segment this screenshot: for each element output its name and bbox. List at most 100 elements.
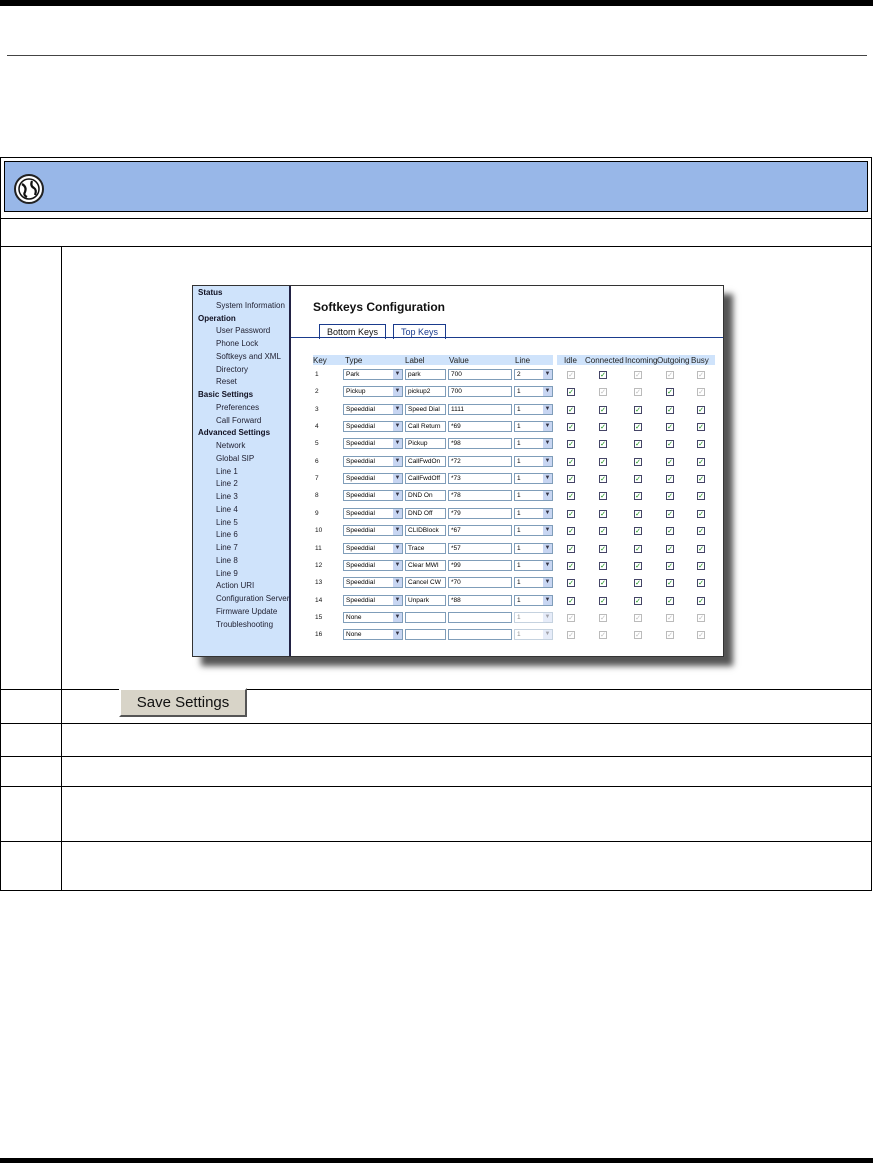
- type-select[interactable]: Speeddial ▼: [343, 577, 403, 589]
- sidebar-item[interactable]: Line 4: [216, 505, 238, 514]
- state-checkbox[interactable]: ✓: [567, 405, 575, 414]
- sidebar-item[interactable]: Line 8: [216, 556, 238, 565]
- state-checkbox[interactable]: ✓: [634, 544, 642, 553]
- type-select[interactable]: Speeddial ▼: [343, 594, 403, 606]
- label-input[interactable]: park: [405, 369, 446, 380]
- state-checkbox[interactable]: ✓: [634, 596, 642, 605]
- state-checkbox[interactable]: ✓: [567, 457, 575, 466]
- label-input[interactable]: DND On: [405, 490, 446, 502]
- type-select[interactable]: Speeddial ▼: [343, 525, 403, 537]
- state-checkbox[interactable]: ✓: [697, 613, 705, 622]
- state-checkbox[interactable]: ✓: [599, 631, 607, 640]
- type-select[interactable]: Speeddial ▼: [343, 559, 403, 571]
- value-input[interactable]: *72: [448, 455, 512, 467]
- label-input[interactable]: Clear MWI: [405, 559, 446, 571]
- value-input[interactable]: 700: [448, 369, 512, 380]
- state-checkbox[interactable]: ✓: [567, 423, 575, 432]
- state-checkbox[interactable]: ✓: [634, 423, 642, 432]
- state-checkbox[interactable]: ✓: [599, 527, 607, 536]
- sidebar-item[interactable]: Configuration Server: [216, 594, 289, 603]
- value-input[interactable]: *79: [448, 507, 512, 519]
- line-select[interactable]: 1 ▼: [514, 525, 553, 537]
- label-input[interactable]: Trace: [405, 542, 446, 554]
- line-select[interactable]: 1 ▼: [514, 542, 553, 554]
- sidebar-item[interactable]: Firmware Update: [216, 607, 277, 616]
- type-select[interactable]: Pickup ▼: [343, 386, 403, 398]
- value-input[interactable]: *57: [448, 542, 512, 554]
- label-input[interactable]: CLIDBlock: [405, 525, 446, 537]
- state-checkbox[interactable]: ✓: [567, 579, 575, 588]
- line-select[interactable]: 1 ▼: [514, 421, 553, 433]
- line-select[interactable]: 1 ▼: [514, 473, 553, 485]
- type-select[interactable]: Speeddial ▼: [343, 507, 403, 519]
- sidebar-item[interactable]: Softkeys and XML: [216, 352, 281, 361]
- state-checkbox[interactable]: ✓: [697, 475, 705, 484]
- line-select[interactable]: 1 ▼: [514, 455, 553, 467]
- state-checkbox[interactable]: ✓: [567, 527, 575, 536]
- state-checkbox[interactable]: ✓: [697, 561, 705, 570]
- label-input[interactable]: CallFwdOff: [405, 473, 446, 485]
- save-settings-button[interactable]: Save Settings: [119, 688, 247, 717]
- value-input[interactable]: *98: [448, 438, 512, 450]
- state-checkbox[interactable]: ✓: [567, 596, 575, 605]
- label-input[interactable]: [405, 629, 446, 641]
- state-checkbox[interactable]: ✓: [666, 371, 674, 379]
- state-checkbox[interactable]: ✓: [666, 475, 674, 484]
- sidebar-item[interactable]: Reset: [216, 377, 237, 386]
- value-input[interactable]: *70: [448, 577, 512, 589]
- state-checkbox[interactable]: ✓: [697, 388, 705, 397]
- state-checkbox[interactable]: ✓: [697, 405, 705, 414]
- state-checkbox[interactable]: ✓: [697, 527, 705, 536]
- state-checkbox[interactable]: ✓: [634, 405, 642, 414]
- type-select[interactable]: Speeddial ▼: [343, 403, 403, 415]
- state-checkbox[interactable]: ✓: [599, 509, 607, 518]
- label-input[interactable]: [405, 611, 446, 623]
- label-input[interactable]: Pickup: [405, 438, 446, 450]
- state-checkbox[interactable]: ✓: [567, 544, 575, 553]
- state-checkbox[interactable]: ✓: [567, 631, 575, 640]
- label-input[interactable]: DND Off: [405, 507, 446, 519]
- type-select[interactable]: Speeddial ▼: [343, 542, 403, 554]
- value-input[interactable]: [448, 611, 512, 623]
- state-checkbox[interactable]: ✓: [666, 405, 674, 414]
- sidebar-item[interactable]: Line 2: [216, 479, 238, 488]
- value-input[interactable]: *67: [448, 525, 512, 537]
- state-checkbox[interactable]: ✓: [634, 579, 642, 588]
- sidebar-item[interactable]: Directory: [216, 365, 248, 374]
- label-input[interactable]: pickup2: [405, 386, 446, 398]
- sidebar-item[interactable]: Line 3: [216, 492, 238, 501]
- line-select[interactable]: 2 ▼: [514, 369, 553, 380]
- value-input[interactable]: *99: [448, 559, 512, 571]
- state-checkbox[interactable]: ✓: [599, 613, 607, 622]
- label-input[interactable]: Cancel CW: [405, 577, 446, 589]
- type-select[interactable]: Speeddial ▼: [343, 490, 403, 502]
- type-select[interactable]: Speeddial ▼: [343, 438, 403, 450]
- line-select[interactable]: 1 ▼: [514, 559, 553, 571]
- state-checkbox[interactable]: ✓: [666, 457, 674, 466]
- state-checkbox[interactable]: ✓: [634, 631, 642, 640]
- label-input[interactable]: Speed Dial: [405, 403, 446, 415]
- line-select[interactable]: 1 ▼: [514, 629, 553, 641]
- state-checkbox[interactable]: ✓: [634, 492, 642, 501]
- state-checkbox[interactable]: ✓: [567, 509, 575, 518]
- state-checkbox[interactable]: ✓: [599, 440, 607, 449]
- sidebar-item[interactable]: Line 1: [216, 467, 238, 476]
- state-checkbox[interactable]: ✓: [666, 509, 674, 518]
- state-checkbox[interactable]: ✓: [697, 440, 705, 449]
- state-checkbox[interactable]: ✓: [697, 371, 705, 379]
- state-checkbox[interactable]: ✓: [634, 475, 642, 484]
- sidebar-item[interactable]: User Password: [216, 326, 270, 335]
- state-checkbox[interactable]: ✓: [599, 561, 607, 570]
- state-checkbox[interactable]: ✓: [666, 423, 674, 432]
- state-checkbox[interactable]: ✓: [599, 475, 607, 484]
- state-checkbox[interactable]: ✓: [697, 596, 705, 605]
- value-input[interactable]: *73: [448, 473, 512, 485]
- value-input[interactable]: *78: [448, 490, 512, 502]
- state-checkbox[interactable]: ✓: [697, 509, 705, 518]
- state-checkbox[interactable]: ✓: [666, 561, 674, 570]
- state-checkbox[interactable]: ✓: [666, 579, 674, 588]
- state-checkbox[interactable]: ✓: [666, 388, 674, 397]
- state-checkbox[interactable]: ✓: [697, 457, 705, 466]
- sidebar-item[interactable]: Line 9: [216, 569, 238, 578]
- value-input[interactable]: [448, 629, 512, 641]
